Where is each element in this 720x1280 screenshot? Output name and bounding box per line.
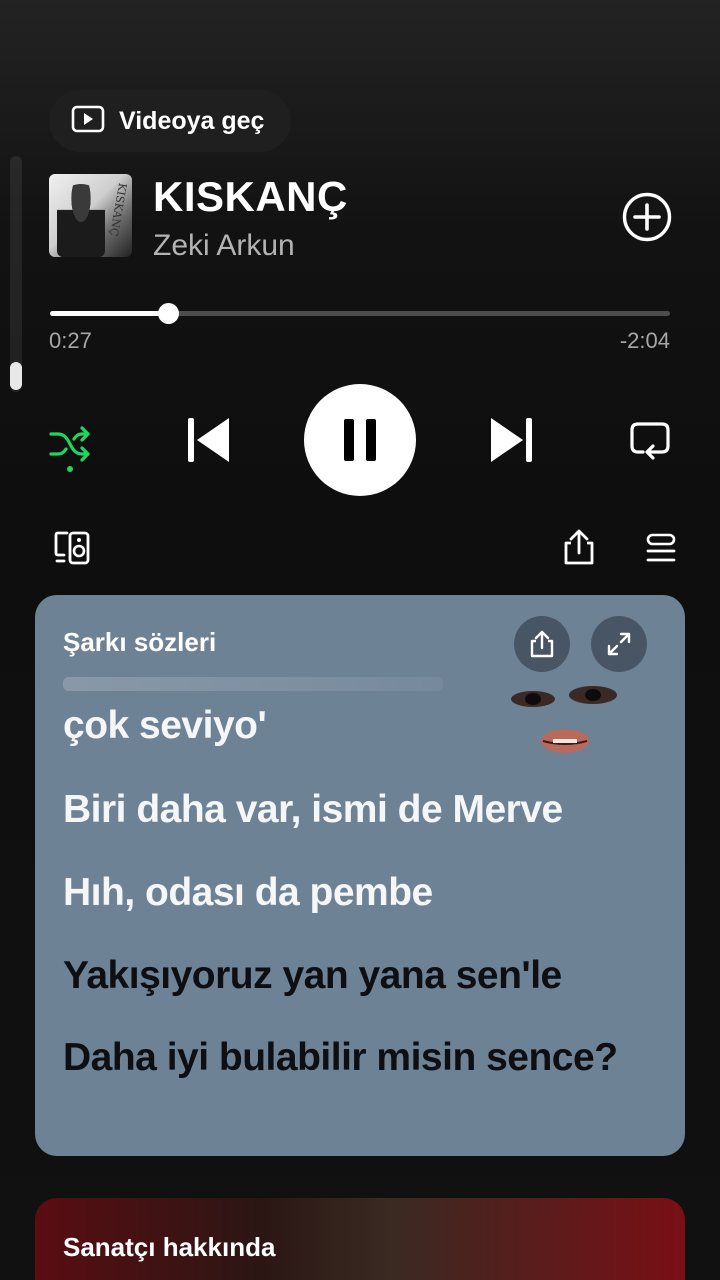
switch-to-video-label: Videoya geç [119, 106, 265, 135]
lyrics-share-button[interactable] [514, 616, 570, 672]
lyric-line[interactable]: Hıh, odası da pembe [63, 870, 433, 916]
lyric-line[interactable]: Biri daha var, ismi de Merve [63, 787, 563, 833]
remaining-time: -2:04 [619, 328, 670, 353]
queue-button[interactable] [645, 532, 677, 564]
elapsed-time: 0:27 [49, 328, 92, 353]
share-icon [530, 630, 554, 658]
shuffle-button[interactable] [46, 416, 94, 472]
face-sticker-image [511, 686, 617, 753]
track-artist[interactable]: Zeki Arkun [153, 228, 295, 264]
share-icon [564, 529, 594, 565]
lyrics-expand-button[interactable] [591, 616, 647, 672]
lyric-line[interactable]: çok seviyo' [63, 703, 267, 749]
connect-devices-button[interactable] [53, 530, 91, 566]
progress-fill [50, 311, 168, 316]
scrollbar-thumb[interactable] [10, 362, 22, 390]
previous-button[interactable] [182, 412, 234, 468]
about-artist-title: Sanatçı hakkında [63, 1232, 276, 1262]
about-artist-card[interactable]: Sanatçı hakkında [35, 1198, 685, 1280]
album-cover[interactable]: KISKANÇ [49, 174, 132, 257]
expand-icon [607, 632, 631, 656]
track-title[interactable]: KISKANÇ [153, 172, 348, 222]
lyric-line[interactable]: Daha iyi bulabilir misin sence? [63, 1035, 618, 1081]
cover-signature: KISKANÇ [106, 181, 130, 238]
pause-button[interactable] [304, 384, 416, 496]
repeat-icon [630, 422, 670, 460]
switch-to-video-button[interactable]: Videoya geç [49, 90, 291, 152]
skip-next-icon [491, 418, 532, 462]
progress-bar[interactable] [50, 303, 670, 324]
video-icon [71, 105, 105, 138]
lyrics-card[interactable]: Şarkı sözleri çok seviyo' Biri daha var,… [35, 595, 685, 1156]
add-to-library-button[interactable] [621, 191, 673, 243]
connect-devices-icon [54, 531, 90, 565]
progress-knob[interactable] [157, 303, 179, 324]
scrollbar-track[interactable] [10, 156, 22, 392]
skip-previous-icon [188, 418, 229, 462]
add-circle-icon [622, 192, 672, 242]
lyrics-header: Şarkı sözleri [63, 627, 217, 657]
shuffle-icon [49, 426, 90, 462]
repeat-button[interactable] [626, 418, 674, 462]
lyric-faded-previous-line [63, 677, 443, 691]
cover-artist-figure [57, 184, 105, 257]
lyric-line[interactable]: Yakışıyoruz yan yana sen'le [63, 953, 562, 999]
queue-icon [646, 533, 676, 562]
pause-icon [344, 419, 376, 461]
share-button[interactable] [561, 528, 597, 566]
next-button[interactable] [486, 412, 538, 468]
shuffle-active-dot [67, 466, 73, 472]
